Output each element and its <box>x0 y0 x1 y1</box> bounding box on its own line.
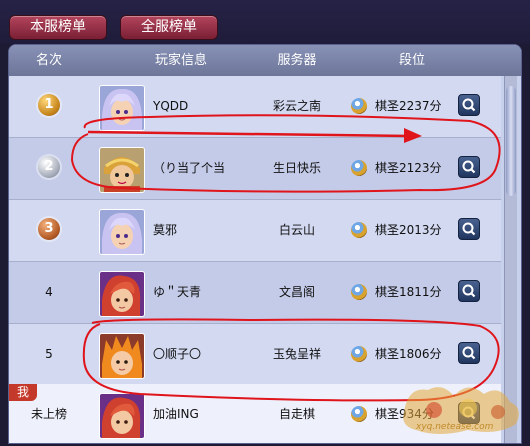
column-header-server: 服务器 <box>277 53 317 68</box>
player-name: ゆ＂天青 <box>153 285 202 299</box>
grade-score: 棋圣2013分 <box>375 223 442 237</box>
silver-medal-icon: 2 <box>38 156 60 178</box>
tab-all-server-ranking[interactable]: 全服榜单 <box>120 15 218 40</box>
lavender-hair-avatar-icon <box>100 86 144 130</box>
rank-number: 4 <box>45 285 53 299</box>
grade-icon <box>351 160 367 176</box>
table-header: 名次 玩家信息 服务器 段位 <box>9 45 521 76</box>
lavender-hair-avatar-icon <box>100 210 144 254</box>
avatar[interactable] <box>99 333 145 379</box>
view-details-button[interactable] <box>458 280 480 302</box>
watermark-url: xyq.netease.com <box>416 422 494 432</box>
server-name: 文昌阁 <box>278 285 315 299</box>
server-name: 彩云之南 <box>272 99 321 113</box>
my-rank: 未上榜 <box>30 407 67 421</box>
column-header-grade: 段位 <box>398 53 425 68</box>
view-details-button[interactable] <box>458 156 480 178</box>
magnifier-icon <box>462 98 476 112</box>
player-name: （り当了个当 <box>153 161 226 175</box>
player-name: 〇顺子〇 <box>153 347 202 361</box>
avatar[interactable] <box>99 393 145 439</box>
magnifier-icon <box>462 222 476 236</box>
server-name: 白云山 <box>278 223 315 237</box>
server-name: 生日快乐 <box>272 161 321 175</box>
player-name: YQDD <box>153 99 189 113</box>
server-name: 玉兔呈祥 <box>272 347 321 361</box>
table-row: 3 莫邪 白云山 棋圣2013分 <box>9 200 501 262</box>
avatar[interactable] <box>99 147 145 193</box>
monkey-king-avatar-icon <box>100 148 144 192</box>
view-details-button[interactable] <box>458 94 480 116</box>
grade-icon <box>351 284 367 300</box>
scrollbar-thumb[interactable] <box>506 86 516 196</box>
rank-number: 5 <box>45 347 53 361</box>
top-bar: 本服榜单 全服榜单 <box>0 0 530 44</box>
magnifier-icon <box>462 284 476 298</box>
gold-medal-icon: 1 <box>38 94 60 116</box>
grade-icon <box>351 98 367 114</box>
grade-score: 棋圣2123分 <box>375 161 442 175</box>
grade-icon <box>351 406 367 422</box>
server-name: 自走棋 <box>278 407 315 421</box>
column-header-rank: 名次 <box>35 53 62 68</box>
player-name: 加油ING <box>153 407 199 421</box>
red-hair-avatar-icon <box>100 394 144 438</box>
game-logo-watermark: xyq.netease.com <box>398 372 530 442</box>
red-hair-avatar-icon <box>100 272 144 316</box>
avatar[interactable] <box>99 85 145 131</box>
avatar[interactable] <box>99 271 145 317</box>
magnifier-icon <box>462 346 476 360</box>
grade-icon <box>351 222 367 238</box>
tab-local-server-ranking[interactable]: 本服榜单 <box>9 15 107 40</box>
grade-score: 棋圣2237分 <box>375 99 442 113</box>
column-header-player: 玩家信息 <box>154 53 207 68</box>
avatar[interactable] <box>99 209 145 255</box>
magnifier-icon <box>462 160 476 174</box>
table-row: 1 YQDD 彩云之南 棋圣2237分 <box>9 76 501 138</box>
grade-score: 棋圣1811分 <box>375 285 442 299</box>
flame-hair-avatar-icon <box>100 334 144 378</box>
player-name: 莫邪 <box>153 223 178 237</box>
view-details-button[interactable] <box>458 342 480 364</box>
grade-icon <box>351 346 367 362</box>
table-row: 2 （り当了个当 生日快乐 棋圣2123分 <box>9 138 501 200</box>
table-row: 4 ゆ＂天青 文昌阁 棋圣1811分 <box>9 262 501 324</box>
bronze-medal-icon: 3 <box>38 218 60 240</box>
view-details-button[interactable] <box>458 218 480 240</box>
